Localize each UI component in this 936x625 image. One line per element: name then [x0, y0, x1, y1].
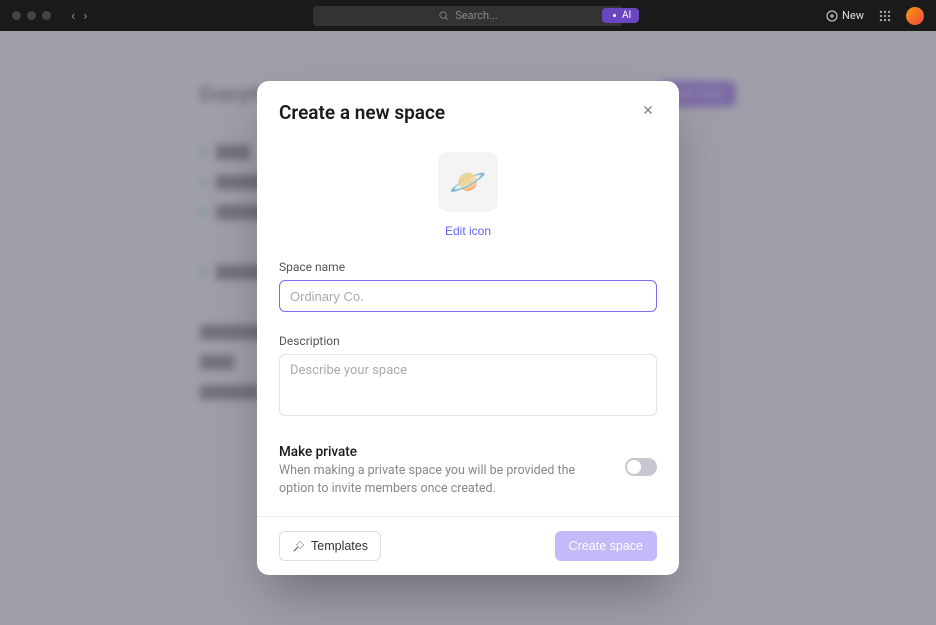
apps-grid-icon[interactable] — [878, 9, 892, 23]
close-button[interactable] — [639, 101, 657, 123]
app-topbar: ‹ › Search... AI New — [0, 0, 936, 31]
traffic-light-minimize[interactable] — [27, 11, 36, 20]
description-label: Description — [279, 334, 657, 348]
close-icon — [641, 103, 655, 117]
search-icon — [438, 10, 449, 21]
space-name-label: Space name — [279, 260, 657, 274]
user-avatar[interactable] — [906, 7, 924, 25]
templates-label: Templates — [311, 539, 368, 553]
planet-icon: 🪐 — [449, 165, 486, 200]
edit-icon-button[interactable]: Edit icon — [445, 224, 491, 238]
create-space-button[interactable]: Create space — [555, 531, 657, 561]
make-private-toggle[interactable] — [625, 458, 657, 476]
sparkle-icon — [610, 11, 619, 20]
new-button[interactable]: New — [826, 9, 864, 22]
traffic-light-close[interactable] — [12, 11, 21, 20]
search-placeholder-text: Search... — [455, 9, 498, 22]
templates-button[interactable]: Templates — [279, 531, 381, 561]
ai-label: AI — [622, 10, 631, 21]
create-space-modal: Create a new space 🪐 Edit icon Space nam… — [257, 81, 679, 575]
toggle-knob — [627, 460, 641, 474]
nav-arrows: ‹ › — [71, 8, 87, 24]
new-label: New — [842, 9, 864, 22]
wand-icon — [292, 540, 305, 553]
window-controls — [12, 11, 51, 20]
description-input[interactable] — [279, 354, 657, 416]
traffic-light-zoom[interactable] — [42, 11, 51, 20]
space-icon-preview[interactable]: 🪐 — [438, 152, 498, 212]
make-private-description: When making a private space you will be … — [279, 462, 605, 497]
space-name-input[interactable] — [279, 280, 657, 312]
make-private-title: Make private — [279, 444, 605, 460]
modal-title: Create a new space — [279, 101, 445, 124]
ai-badge[interactable]: AI — [602, 8, 639, 23]
plus-circle-icon — [826, 10, 838, 22]
global-search[interactable]: Search... — [313, 6, 623, 26]
nav-back-icon[interactable]: ‹ — [71, 8, 75, 24]
nav-forward-icon[interactable]: › — [83, 8, 87, 24]
